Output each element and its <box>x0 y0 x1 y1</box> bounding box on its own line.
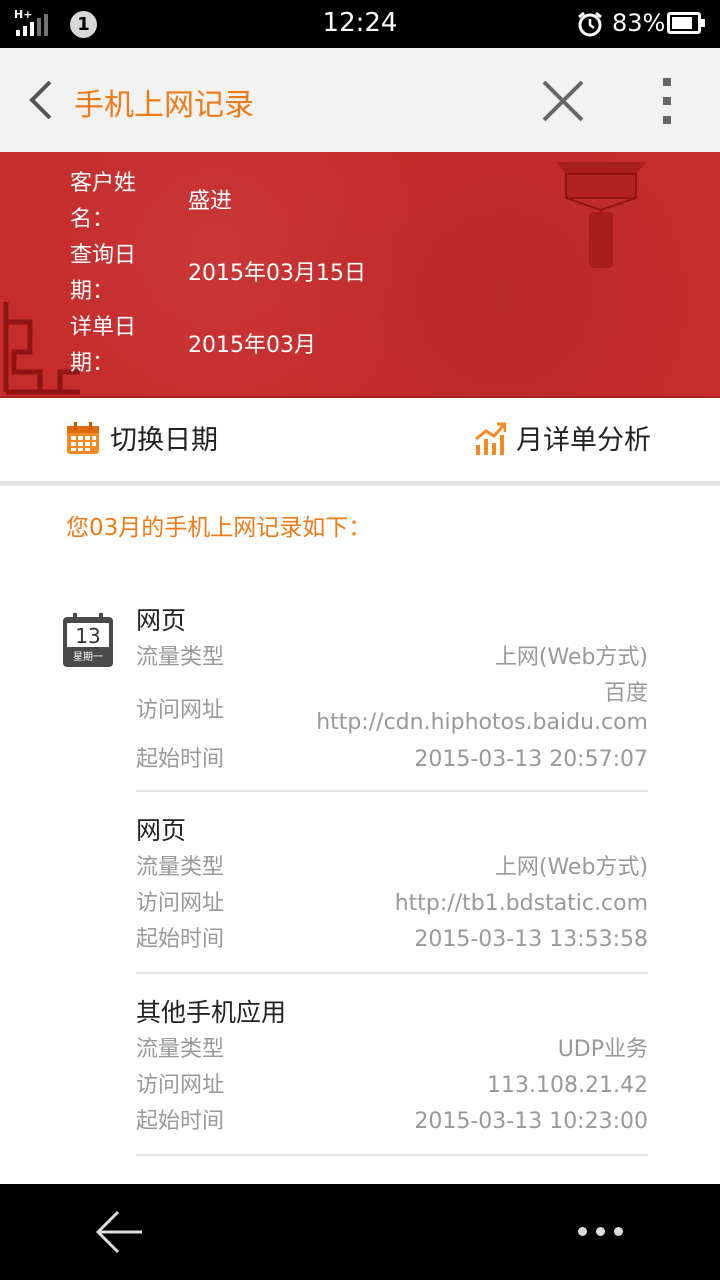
record-item[interactable]: 网页 流量类型 上网(Web方式) 访问网址 http://tb1.bdstat… <box>136 812 648 974</box>
back-arrow-icon[interactable] <box>26 78 56 122</box>
record-url-row: 访问网址 百度 http://cdn.hiphotos.baidu.com <box>136 676 648 740</box>
customer-name-value: 盛进 <box>188 189 233 214</box>
record-start-value: 2015-03-13 20:57:07 <box>414 747 648 772</box>
battery-icon <box>667 12 705 34</box>
record-start-label: 起始时间 <box>136 1109 225 1134</box>
date-calendar-icon: 13 星期一 <box>63 613 113 667</box>
record-start-label: 起始时间 <box>136 927 225 952</box>
record-url-value: 113.108.21.42 <box>487 1073 648 1098</box>
bill-date-label: 详单日期： <box>70 315 137 376</box>
navigation-bar <box>0 1184 720 1280</box>
record-start-row: 起始时间 2015-03-13 10:23:00 <box>136 1104 648 1140</box>
calendar-day: 13 <box>75 624 100 648</box>
record-title: 网页 <box>136 816 187 845</box>
record-url-row: 访问网址 http://tb1.bdstatic.com <box>136 886 648 922</box>
calendar-icon <box>67 421 99 454</box>
record-url-label: 访问网址 <box>136 1073 225 1098</box>
record-type-value: 上网(Web方式) <box>494 645 648 670</box>
close-icon[interactable] <box>540 78 586 124</box>
record-type-label: 流量类型 <box>136 645 225 670</box>
query-date-value: 2015年03月15日 <box>188 261 366 286</box>
record-type-value: 上网(Web方式) <box>494 855 648 880</box>
record-site-name: 百度 <box>603 681 648 706</box>
record-item[interactable]: 网页 流量类型 上网(Web方式) 访问网址 百度 http://cdn.hip… <box>136 602 648 792</box>
record-type-value: UDP业务 <box>557 1037 648 1062</box>
record-type-row: 流量类型 上网(Web方式) <box>136 850 648 886</box>
record-title: 其他手机应用 <box>136 998 287 1027</box>
lantern-icon <box>556 162 646 268</box>
battery-percent: 83% <box>612 9 666 37</box>
record-type-label: 流量类型 <box>136 855 225 880</box>
record-url-value: http://cdn.hiphotos.baidu.com <box>316 710 648 735</box>
record-url-label: 访问网址 <box>136 891 225 916</box>
status-bar: H+ 1 12:24 83% <box>0 0 720 48</box>
record-title: 网页 <box>136 606 187 635</box>
title-bar: 手机上网记录 <box>0 48 720 152</box>
record-start-value: 2015-03-13 13:53:58 <box>414 927 648 952</box>
record-type-label: 流量类型 <box>136 1037 225 1062</box>
customer-info-banner: 客户姓名： 盛进 查询日期： 2015年03月15日 详单日期： 2015年03… <box>0 152 720 398</box>
monthly-analysis-button[interactable]: 月详单分析 <box>474 418 651 457</box>
page-title: 手机上网记录 <box>74 88 254 123</box>
alarm-icon <box>578 11 602 37</box>
corner-pattern-icon <box>3 302 80 395</box>
record-start-value: 2015-03-13 10:23:00 <box>414 1109 648 1134</box>
more-vertical-icon[interactable] <box>660 78 674 124</box>
switch-date-button[interactable]: 切换日期 <box>66 418 218 457</box>
records-intro: 您03月的手机上网记录如下： <box>66 515 372 541</box>
monthly-analysis-label: 月详单分析 <box>516 425 651 456</box>
bill-date-value: 2015年03月 <box>188 333 316 358</box>
record-item[interactable]: 其他手机应用 流量类型 UDP业务 访问网址 113.108.21.42 起始时… <box>136 994 648 1156</box>
record-start-row: 起始时间 2015-03-13 20:57:07 <box>136 740 648 780</box>
nav-more-icon[interactable] <box>578 1227 623 1236</box>
record-url-label: 访问网址 <box>136 698 225 723</box>
nav-back-icon[interactable] <box>96 1210 144 1254</box>
trend-chart-icon <box>475 422 506 455</box>
customer-name-label: 客户姓名： <box>70 171 137 232</box>
calendar-weekday: 星期一 <box>73 651 103 663</box>
record-type-row: 流量类型 UDP业务 <box>136 1032 648 1068</box>
record-type-row: 流量类型 上网(Web方式) <box>136 640 648 676</box>
record-url-row: 访问网址 113.108.21.42 <box>136 1068 648 1104</box>
query-date-label: 查询日期： <box>70 243 137 304</box>
record-start-label: 起始时间 <box>136 747 225 772</box>
action-bar: 切换日期 月详单分析 <box>0 400 720 486</box>
switch-date-label: 切换日期 <box>110 425 218 456</box>
record-url-value: http://tb1.bdstatic.com <box>394 891 648 916</box>
record-start-row: 起始时间 2015-03-13 13:53:58 <box>136 922 648 958</box>
